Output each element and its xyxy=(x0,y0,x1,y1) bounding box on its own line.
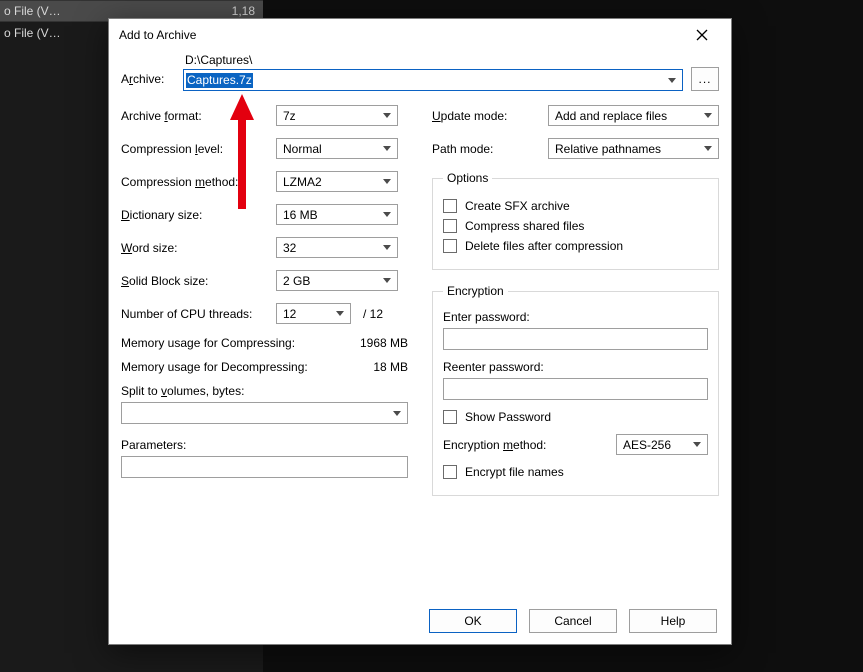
archive-label: Archive: xyxy=(121,72,175,91)
parameters-input[interactable] xyxy=(121,456,408,478)
file-name: o File (V… xyxy=(4,4,215,18)
encryption-legend: Encryption xyxy=(443,284,508,298)
dictionary-size-label: Dictionary size: xyxy=(121,208,276,222)
path-mode-select[interactable]: Relative pathnames xyxy=(548,138,719,159)
show-password-checkbox[interactable]: Show Password xyxy=(443,410,708,424)
solid-block-size-label: Solid Block size: xyxy=(121,274,276,288)
split-volumes-select[interactable] xyxy=(121,402,408,424)
encryption-group: Encryption Enter password: Reenter passw… xyxy=(432,284,719,496)
close-button[interactable] xyxy=(681,21,723,49)
mem-compress-value: 1968 MB xyxy=(338,336,408,350)
titlebar: Add to Archive xyxy=(109,19,731,51)
delete-after-checkbox[interactable]: Delete files after compression xyxy=(443,239,708,253)
archive-path: D:\Captures\ xyxy=(183,53,683,67)
compress-shared-checkbox[interactable]: Compress shared files xyxy=(443,219,708,233)
chevron-down-icon xyxy=(379,271,395,290)
word-size-label: Word size: xyxy=(121,241,276,255)
chevron-down-icon xyxy=(379,139,395,158)
reenter-password-input[interactable] xyxy=(443,378,708,400)
checkbox-icon xyxy=(443,199,457,213)
encryption-method-select[interactable]: AES-256 xyxy=(616,434,708,455)
compression-level-select[interactable]: Normal xyxy=(276,138,398,159)
reenter-password-label: Reenter password: xyxy=(443,360,708,374)
chevron-down-icon xyxy=(389,403,405,423)
close-icon xyxy=(696,29,708,41)
archive-format-select[interactable]: 7z xyxy=(276,105,398,126)
split-volumes-label: Split to volumes, bytes: xyxy=(121,384,408,398)
compression-method-select[interactable]: LZMA2 xyxy=(276,171,398,192)
enter-password-label: Enter password: xyxy=(443,310,708,324)
enter-password-input[interactable] xyxy=(443,328,708,350)
help-button[interactable]: Help xyxy=(629,609,717,633)
cancel-button[interactable]: Cancel xyxy=(529,609,617,633)
mem-decompress-value: 18 MB xyxy=(338,360,408,374)
checkbox-icon xyxy=(443,465,457,479)
update-mode-select[interactable]: Add and replace files xyxy=(548,105,719,126)
chevron-down-icon xyxy=(379,172,395,191)
ok-button[interactable]: OK xyxy=(429,609,517,633)
archive-filename: Captures.7z xyxy=(186,73,253,88)
chevron-down-icon xyxy=(689,435,705,454)
path-mode-label: Path mode: xyxy=(432,142,548,156)
checkbox-icon xyxy=(443,239,457,253)
add-to-archive-dialog: Add to Archive Archive: D:\Captures\ Cap… xyxy=(108,18,732,645)
dialog-footer: OK Cancel Help xyxy=(109,598,731,644)
mem-decompress-label: Memory usage for Decompressing: xyxy=(121,360,338,374)
options-group: Options Create SFX archive Compress shar… xyxy=(432,171,719,270)
chevron-down-icon xyxy=(332,304,348,323)
chevron-down-icon xyxy=(379,205,395,224)
chevron-down-icon xyxy=(379,238,395,257)
compression-method-label: Compression method: xyxy=(121,175,276,189)
chevron-down-icon xyxy=(700,106,716,125)
solid-block-size-select[interactable]: 2 GB xyxy=(276,270,398,291)
checkbox-icon xyxy=(443,410,457,424)
cpu-threads-select[interactable]: 12 xyxy=(276,303,351,324)
update-mode-label: Update mode: xyxy=(432,109,548,123)
word-size-select[interactable]: 32 xyxy=(276,237,398,258)
parameters-label: Parameters: xyxy=(121,438,408,452)
dialog-title: Add to Archive xyxy=(119,28,681,42)
browse-button[interactable]: ... xyxy=(691,67,719,91)
create-sfx-checkbox[interactable]: Create SFX archive xyxy=(443,199,708,213)
chevron-down-icon xyxy=(379,106,395,125)
mem-compress-label: Memory usage for Compressing: xyxy=(121,336,338,350)
compression-level-label: Compression level: xyxy=(121,142,276,156)
file-size: 1,18 xyxy=(215,4,255,18)
cpu-threads-label: Number of CPU threads: xyxy=(121,307,276,321)
archive-filename-combo[interactable]: Captures.7z xyxy=(183,69,683,91)
encrypt-file-names-checkbox[interactable]: Encrypt file names xyxy=(443,465,708,479)
encryption-method-label: Encryption method: xyxy=(443,438,616,452)
cpu-threads-total: / 12 xyxy=(363,307,383,321)
chevron-down-icon xyxy=(700,139,716,158)
chevron-down-icon xyxy=(662,70,682,90)
checkbox-icon xyxy=(443,219,457,233)
archive-format-label: Archive format: xyxy=(121,109,276,123)
options-legend: Options xyxy=(443,171,492,185)
dictionary-size-select[interactable]: 16 MB xyxy=(276,204,398,225)
